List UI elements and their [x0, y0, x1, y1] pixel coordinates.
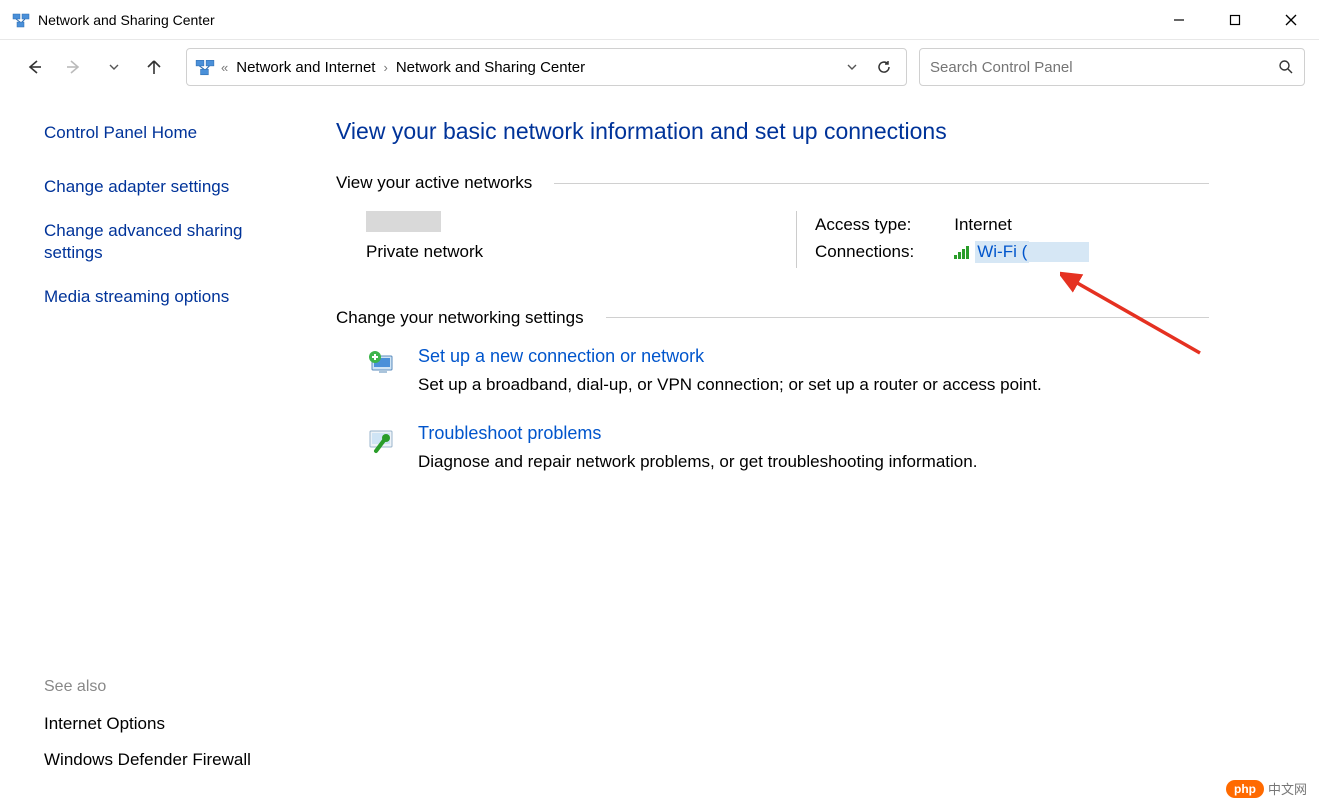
recent-dropdown[interactable] [94, 47, 134, 87]
wifi-connection-link[interactable]: Wi-Fi ( [975, 241, 1029, 263]
search-box[interactable] [919, 48, 1305, 86]
back-button[interactable] [14, 47, 54, 87]
forward-button[interactable] [54, 47, 94, 87]
new-connection-icon [366, 348, 400, 382]
setup-connection-link[interactable]: Set up a new connection or network [418, 346, 1042, 367]
address-bar[interactable]: « Network and Internet › Network and Sha… [186, 48, 907, 86]
access-type-value: Internet [954, 213, 1089, 237]
navigation-bar: « Network and Internet › Network and Sha… [0, 40, 1319, 94]
active-networks-heading: View your active networks [336, 173, 532, 193]
sidebar-link-advanced-sharing[interactable]: Change advanced sharing settings [44, 220, 274, 264]
close-button[interactable] [1263, 0, 1319, 40]
troubleshoot-icon [366, 425, 400, 459]
search-input[interactable] [930, 59, 1278, 76]
see-also-defender-firewall[interactable]: Windows Defender Firewall [44, 750, 320, 770]
troubleshoot-link[interactable]: Troubleshoot problems [418, 423, 977, 444]
active-network-block: Private network Access type: Internet Co… [336, 211, 1209, 268]
sidebar-link-media-streaming[interactable]: Media streaming options [44, 286, 274, 308]
network-type-label: Private network [366, 242, 796, 262]
main-panel: View your basic network information and … [320, 94, 1319, 806]
breadcrumb-overflow[interactable]: « [219, 60, 230, 75]
see-also-heading: See also [44, 678, 320, 696]
refresh-button[interactable] [868, 51, 900, 83]
watermark: php 中文网 [1226, 779, 1307, 798]
control-panel-home-link[interactable]: Control Panel Home [44, 122, 274, 144]
breadcrumb-network-internet[interactable]: Network and Internet [230, 49, 381, 85]
network-center-icon [195, 57, 215, 77]
connections-label: Connections: [815, 239, 952, 266]
access-type-label: Access type: [815, 213, 952, 237]
address-dropdown[interactable] [836, 51, 868, 83]
php-badge: php [1226, 780, 1264, 798]
network-name-redacted [366, 211, 441, 232]
sidebar: Control Panel Home Change adapter settin… [0, 94, 320, 806]
sidebar-link-adapter[interactable]: Change adapter settings [44, 176, 274, 198]
window-title: Network and Sharing Center [38, 12, 1151, 28]
wifi-name-redacted [1029, 242, 1089, 262]
watermark-text: 中文网 [1268, 779, 1307, 798]
setting-new-connection: Set up a new connection or network Set u… [336, 346, 1209, 395]
setup-connection-desc: Set up a broadband, dial-up, or VPN conn… [418, 375, 1042, 395]
see-also-internet-options[interactable]: Internet Options [44, 714, 320, 734]
up-button[interactable] [134, 47, 174, 87]
wifi-signal-icon [954, 246, 969, 259]
title-bar: Network and Sharing Center [0, 0, 1319, 40]
search-icon[interactable] [1278, 59, 1294, 75]
setting-troubleshoot: Troubleshoot problems Diagnose and repai… [336, 423, 1209, 472]
page-heading: View your basic network information and … [336, 118, 1209, 145]
minimize-button[interactable] [1151, 0, 1207, 40]
change-settings-heading: Change your networking settings [336, 308, 584, 328]
breadcrumb-network-sharing[interactable]: Network and Sharing Center [390, 49, 591, 85]
chevron-right-icon[interactable]: › [381, 60, 389, 75]
troubleshoot-desc: Diagnose and repair network problems, or… [418, 452, 977, 472]
network-center-icon [12, 11, 30, 29]
maximize-button[interactable] [1207, 0, 1263, 40]
